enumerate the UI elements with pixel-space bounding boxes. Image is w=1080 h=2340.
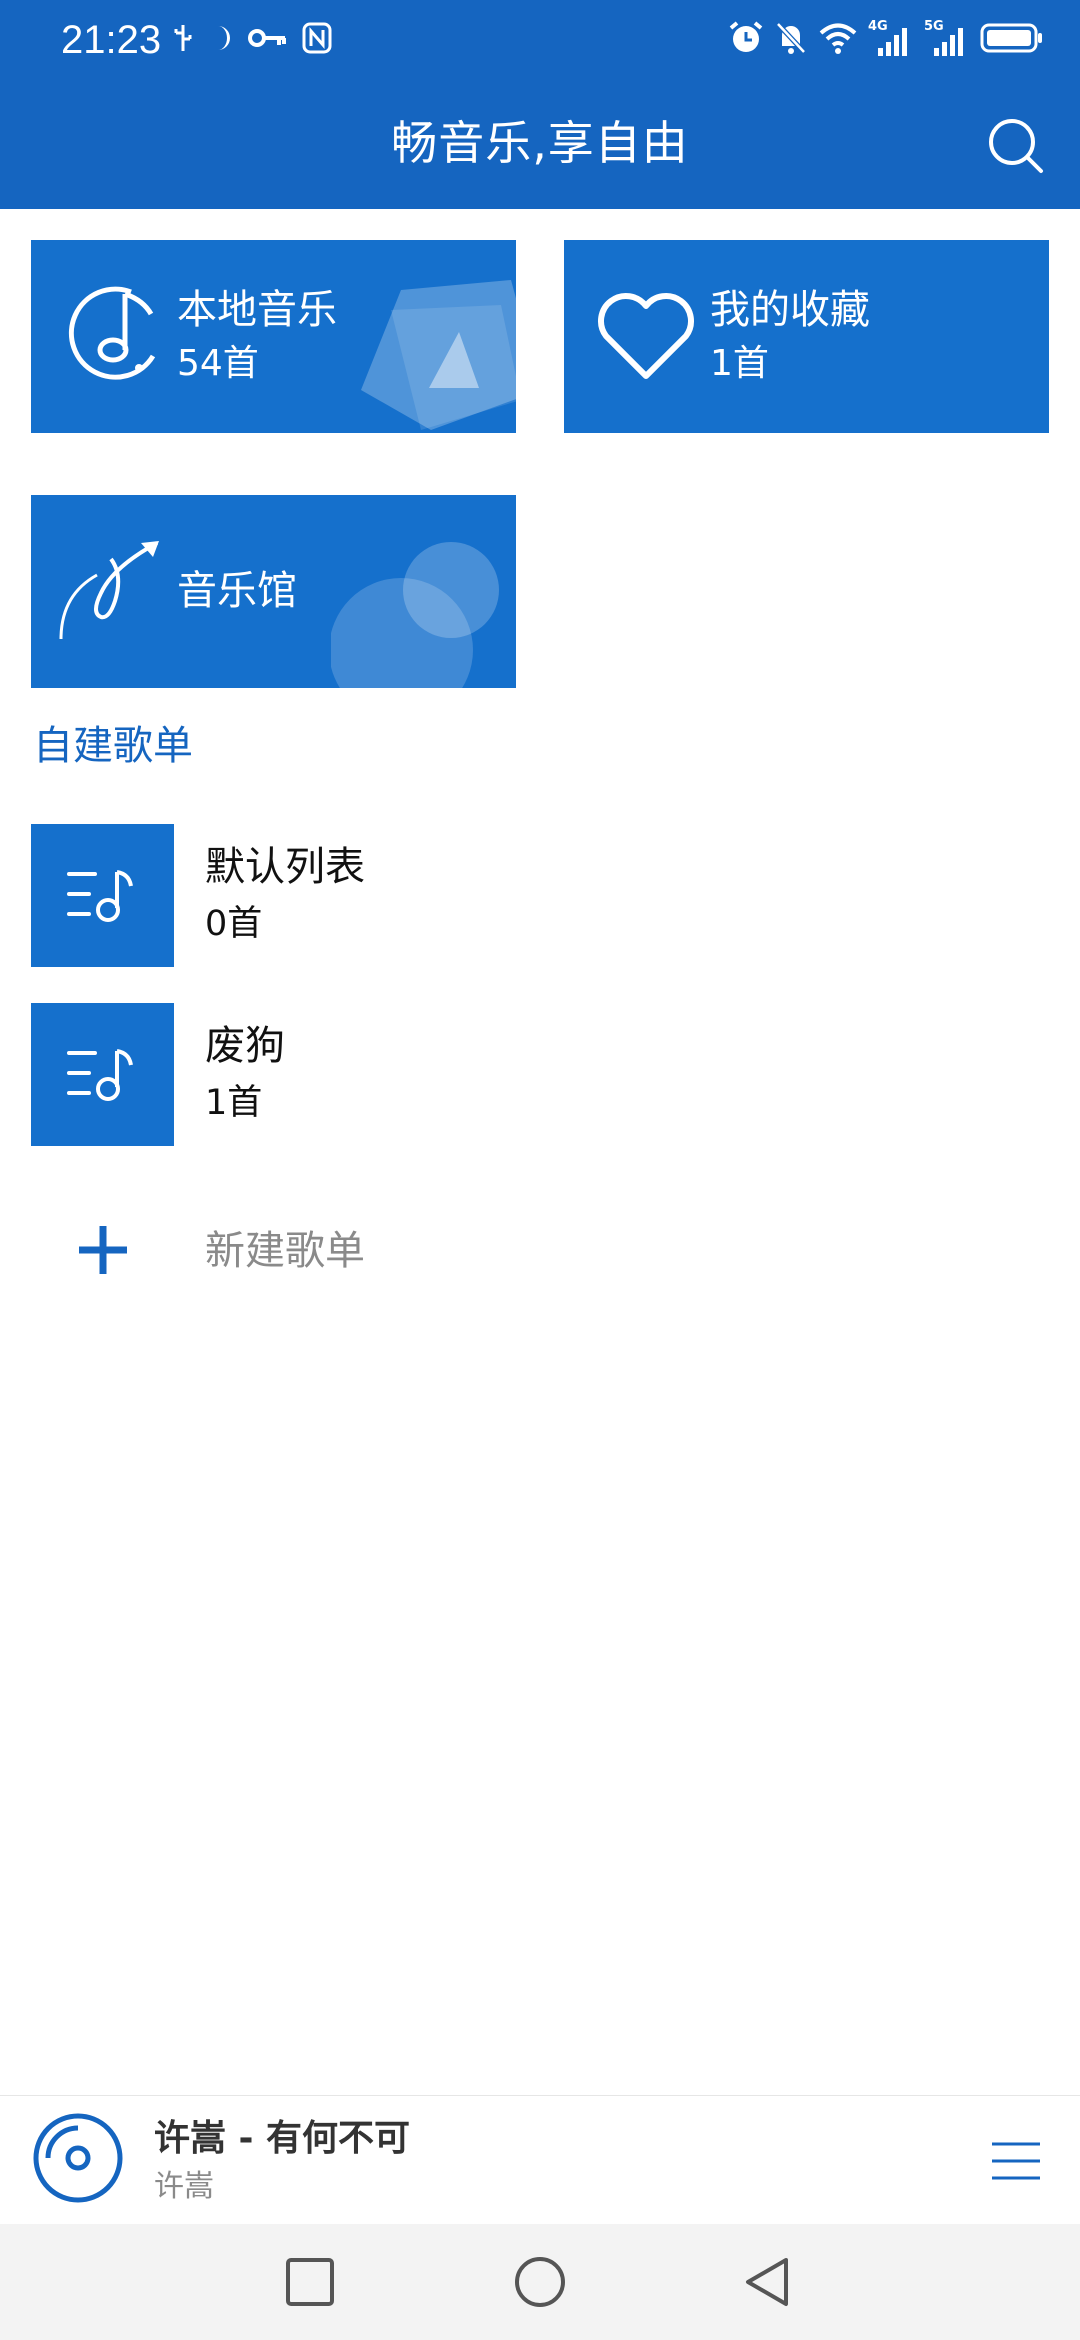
playlist-thumb: [31, 1003, 174, 1146]
signal-5g-icon: 5G: [924, 20, 970, 60]
usb-icon: [172, 23, 194, 57]
playlist-name: 默认列表: [205, 844, 365, 890]
playlist-icon: [65, 1043, 139, 1111]
music-hall-tile[interactable]: 音乐馆: [31, 495, 516, 688]
tile-count: 54首: [177, 343, 259, 384]
recents-button[interactable]: [282, 2254, 338, 2310]
playlist-icon: [65, 864, 139, 932]
key-icon: [248, 23, 288, 57]
status-left-icons: [172, 20, 332, 60]
favorites-tile[interactable]: 我的收藏 1首: [564, 240, 1049, 433]
playlist-name: 废狗: [205, 1023, 285, 1069]
battery-icon: [980, 22, 1044, 58]
playlist-menu-icon[interactable]: [990, 2140, 1042, 2182]
mini-player[interactable]: 许嵩 - 有何不可 许嵩: [0, 2095, 1080, 2223]
search-icon: [986, 119, 1046, 180]
decorative-shape: [361, 280, 516, 433]
moon-icon: [208, 23, 234, 57]
playlist-count: 0首: [205, 904, 263, 944]
tile-title: 音乐馆: [177, 568, 297, 614]
system-nav-bar: [0, 2224, 1080, 2340]
app-title: 畅音乐,享自由: [391, 116, 689, 170]
decorative-circles: [329, 535, 516, 688]
tile-count: 1首: [710, 343, 769, 384]
playlist-item[interactable]: 默认列表 0首: [31, 824, 1051, 967]
heart-icon: [594, 288, 698, 388]
playlist-section-title: 自建歌单: [33, 723, 193, 769]
music-note-icon: [61, 284, 165, 392]
status-right-icons: 4G 5G: [728, 18, 1044, 62]
home-button[interactable]: [512, 2254, 568, 2310]
playlist-item[interactable]: 废狗 1首: [31, 1003, 1051, 1146]
wifi-icon: [818, 21, 858, 59]
new-playlist-label: 新建歌单: [205, 1228, 365, 1274]
tile-title: 我的收藏: [710, 287, 870, 333]
player-song-title: 许嵩 - 有何不可: [154, 2118, 411, 2159]
search-button[interactable]: [986, 116, 1046, 176]
bell-off-icon: [774, 20, 808, 60]
music-arrow-icon: [57, 535, 167, 649]
playlist-count: 1首: [205, 1083, 263, 1123]
local-music-tile[interactable]: 本地音乐 54首: [31, 240, 516, 433]
tile-title: 本地音乐: [177, 287, 337, 333]
disc-icon[interactable]: [32, 2112, 124, 2204]
new-playlist-button[interactable]: 新建歌单: [31, 1190, 1051, 1310]
player-artist: 许嵩: [154, 2169, 214, 2204]
back-button[interactable]: [740, 2254, 796, 2310]
status-time: 21:23: [61, 18, 162, 62]
signal-4g-icon: 4G: [868, 20, 914, 60]
app-header: 21:23 4G 5G 畅音乐,享自由: [0, 0, 1080, 209]
nfc-icon: [302, 22, 332, 58]
playlist-thumb: [31, 824, 174, 967]
alarm-icon: [728, 20, 764, 60]
status-bar: 21:23 4G 5G: [0, 0, 1080, 80]
plus-icon: [75, 1222, 131, 1278]
